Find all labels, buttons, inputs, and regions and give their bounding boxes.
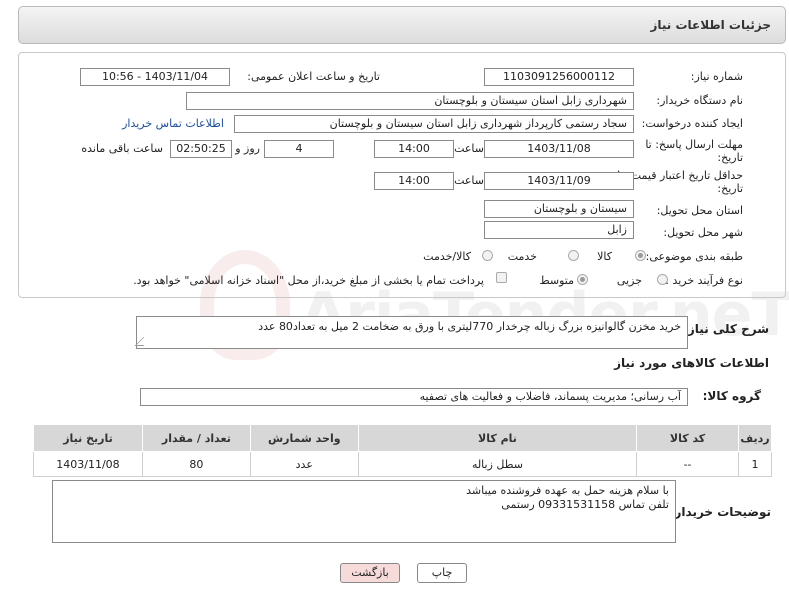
goods-group-field[interactable]: آب رسانی؛ مدیریت پسماند، فاضلاب و فعالیت…	[140, 388, 688, 406]
treasury-note: پرداخت تمام یا بخشی از مبلغ خرید،از محل …	[133, 274, 484, 287]
col-code: کد کالا	[636, 424, 739, 452]
category-goods-service-label: کالا/خدمت	[423, 250, 471, 263]
category-service-label: خدمت	[507, 250, 537, 263]
price-validity-date-field[interactable]: 1403/11/09	[484, 172, 634, 190]
deadline-date-label: تاریخ:	[717, 151, 743, 164]
cell-row: 1	[737, 451, 773, 477]
process-medium-radio[interactable]	[577, 274, 588, 285]
days-label: روز و	[235, 142, 260, 155]
goods-section-title: اطلاعات کالاهای مورد نیاز	[614, 356, 769, 370]
cell-qty: 80	[141, 451, 251, 477]
process-medium-label: متوسط	[539, 274, 574, 287]
col-unit: واحد شمارش	[249, 424, 359, 452]
col-name: نام کالا	[357, 424, 638, 452]
process-minor-label: جزیی	[616, 274, 642, 287]
buyer-org-label: نام دستگاه خریدار:	[656, 94, 743, 107]
cell-unit: عدد	[249, 451, 359, 477]
goods-table: ردیف کد کالا نام کالا واحد شمارش تعداد /…	[33, 424, 773, 477]
category-service-radio[interactable]	[568, 250, 579, 261]
announce-date-field[interactable]: 1403/11/04 - 10:56	[80, 68, 230, 86]
need-number-field[interactable]: 1103091256000112	[484, 68, 634, 86]
buyer-notes-label: توضیحات خریدار:	[669, 505, 771, 519]
deadline-date-field[interactable]: 1403/11/08	[484, 140, 634, 158]
remaining-time-field[interactable]: 02:50:25	[170, 140, 232, 158]
price-validity-time-label: ساعت	[454, 174, 484, 187]
cell-date: 1403/11/08	[33, 451, 143, 477]
goods-group-label: گروه کالا:	[702, 389, 761, 403]
buyer-contact-link[interactable]: اطلاعات تماس خریدار	[122, 117, 224, 130]
category-label: طبقه بندی موضوعی:	[645, 250, 743, 263]
buyer-notes-textarea[interactable]: با سلام هزینه حمل به عهده فروشنده میباشد…	[52, 480, 676, 543]
page-title: جزئیات اطلاعات نیاز	[650, 18, 771, 32]
col-date: تاریخ نیاز	[33, 424, 143, 452]
cell-name: سطل زباله	[357, 451, 638, 477]
province-field[interactable]: سیستان و بلوچستان	[484, 200, 634, 218]
summary-textarea[interactable]: خرید مخزن گالوانیزه بزرگ زباله چرخدار 77…	[134, 316, 688, 349]
price-validity-label: حداقل تاریخ اعتبار قیمت: تا	[617, 169, 743, 182]
buyer-notes-line-1: با سلام هزینه حمل به عهده فروشنده میباشد	[466, 484, 669, 497]
cell-code: --	[636, 451, 739, 477]
treasury-checkbox[interactable]	[496, 272, 507, 283]
print-button[interactable]: چاپ	[417, 563, 467, 583]
need-number-label: شماره نیاز:	[690, 70, 743, 83]
announce-date-label: تاریخ و ساعت اعلان عمومی:	[247, 70, 380, 83]
table-row[interactable]: 1 -- سطل زباله عدد 80 1403/11/08	[33, 451, 773, 477]
summary-label: شرح کلی نیاز:	[683, 322, 769, 336]
requester-field[interactable]: سجاد رستمی کارپرداز شهرداری زابل استان س…	[234, 115, 634, 133]
price-validity-date-label: تاریخ:	[717, 182, 743, 195]
requester-label: ایجاد کننده درخواست:	[641, 117, 743, 130]
category-goods-label: کالا	[597, 250, 612, 263]
process-label: نوع فرآیند خرید :	[665, 274, 743, 287]
deadline-time-field[interactable]: 14:00	[374, 140, 454, 158]
deadline-time-label: ساعت	[454, 142, 484, 155]
category-goods-service-radio[interactable]	[482, 250, 493, 261]
col-row: ردیف	[737, 424, 773, 452]
summary-text: خرید مخزن گالوانیزه بزرگ زباله چرخدار 77…	[258, 320, 681, 333]
resize-grip-icon[interactable]	[134, 337, 153, 346]
category-goods-radio[interactable]	[635, 250, 646, 261]
page-header: جزئیات اطلاعات نیاز	[18, 6, 786, 44]
process-minor-radio[interactable]	[657, 274, 668, 285]
buyer-notes-line-2: تلفن تماس 09331531158 رستمی	[501, 498, 669, 511]
goods-table-header: ردیف کد کالا نام کالا واحد شمارش تعداد /…	[33, 424, 773, 452]
province-label: استان محل تحویل:	[656, 204, 743, 217]
city-label: شهر محل تحویل:	[663, 226, 743, 239]
remaining-label: ساعت باقی مانده	[81, 142, 163, 155]
deadline-label: مهلت ارسال پاسخ: تا	[645, 138, 743, 151]
back-button[interactable]: بازگشت	[340, 563, 400, 583]
buyer-org-field[interactable]: شهرداری زابل استان سیستان و بلوچستان	[186, 92, 634, 110]
col-qty: تعداد / مقدار	[141, 424, 251, 452]
city-field[interactable]: زابل	[484, 221, 634, 239]
days-count-field[interactable]: 4	[264, 140, 334, 158]
price-validity-time-field[interactable]: 14:00	[374, 172, 454, 190]
